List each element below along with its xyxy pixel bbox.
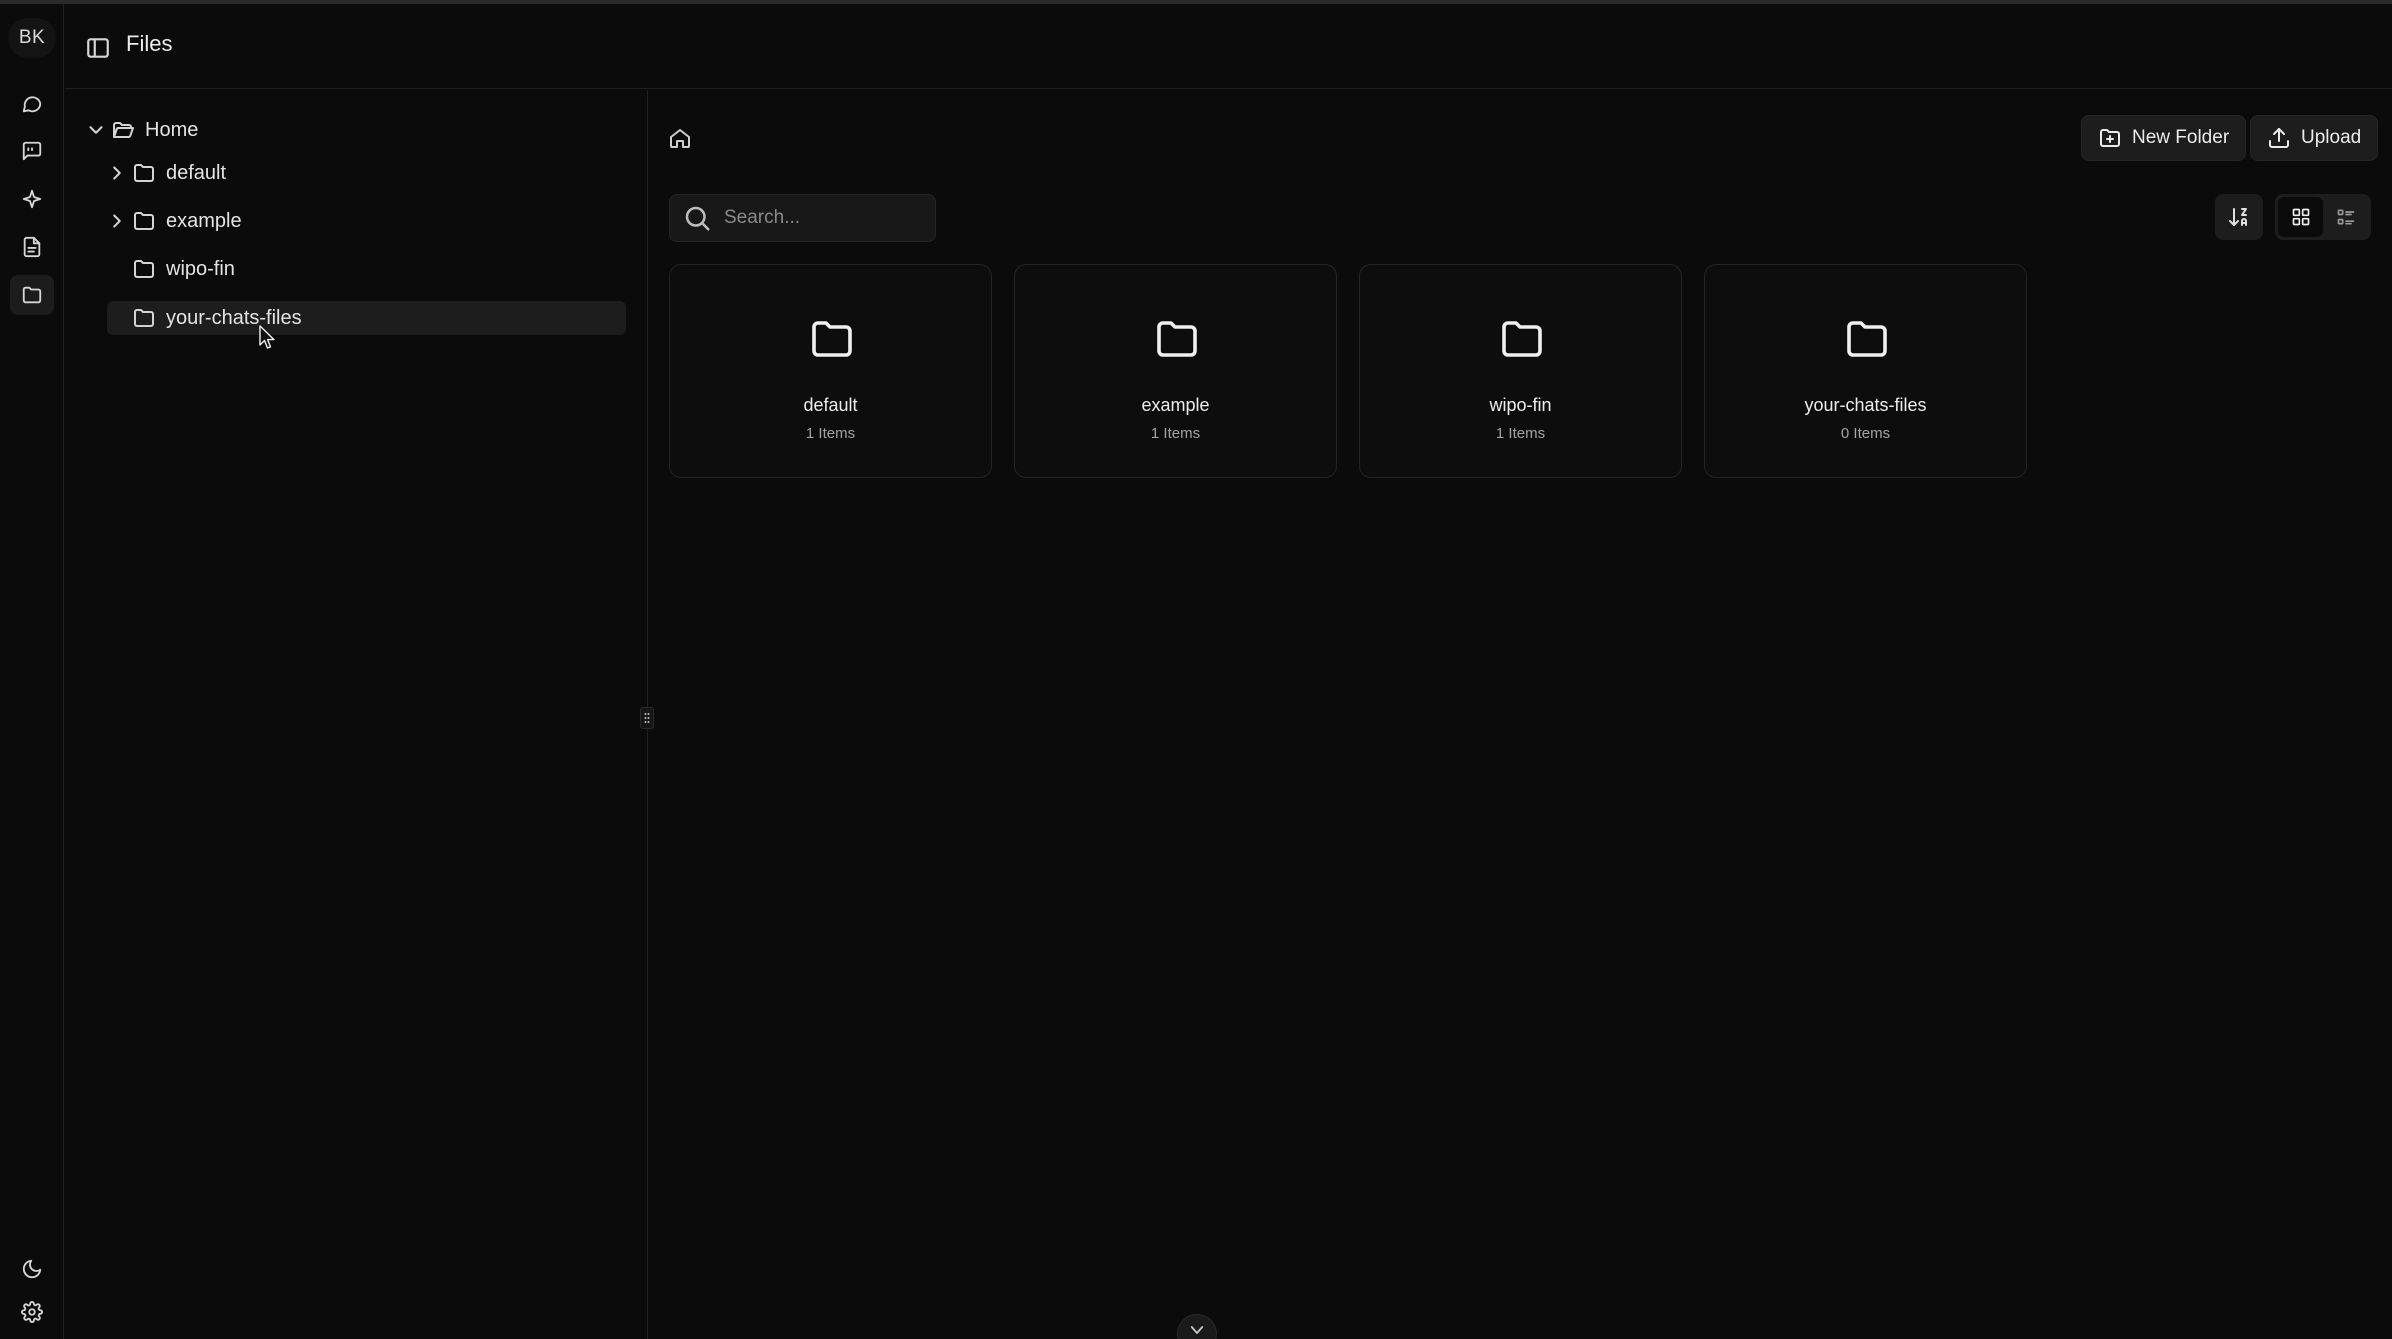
- folder-tree: Home default example wipo-fin your-chats…: [65, 90, 648, 1339]
- icon-rail: BK: [0, 4, 64, 1339]
- chevron-right-icon[interactable]: [106, 210, 128, 232]
- upload-label: Upload: [2301, 127, 2362, 148]
- files-app: BK Files Home default example wipo-fin y…: [0, 0, 2392, 1339]
- folder-card-wipo-fin[interactable]: wipo-fin 1 Items: [1359, 264, 1682, 478]
- folder-name: wipo-fin: [1489, 395, 1552, 415]
- search-input[interactable]: [724, 207, 924, 229]
- new-folder-button[interactable]: New Folder: [2081, 115, 2247, 161]
- folder-plus-icon: [2100, 129, 2120, 147]
- scroll-down-button[interactable]: [1177, 1314, 1217, 1339]
- grid-icon: [2292, 208, 2309, 226]
- page-title: Files: [126, 31, 173, 56]
- folder-icon: [812, 321, 852, 357]
- conversations-button[interactable]: [10, 131, 54, 171]
- panel-resize-handle[interactable]: [640, 707, 654, 729]
- sort-icon: [2229, 208, 2247, 226]
- folder-icon: [134, 260, 154, 278]
- chat-button[interactable]: [10, 84, 54, 124]
- folder-name: your-chats-files: [1804, 395, 1927, 415]
- folder-open-icon: [113, 122, 134, 138]
- page-header: Files: [65, 4, 2392, 89]
- chevron-down-icon[interactable]: [85, 119, 107, 141]
- folder-item-count: 1 Items: [1495, 425, 1546, 442]
- tree-item-wipo-fin[interactable]: wipo-fin: [128, 252, 235, 286]
- folder-item-count: 1 Items: [1150, 425, 1201, 442]
- tree-item-your-chats-files[interactable]: your-chats-files: [107, 301, 626, 335]
- tree-item-home[interactable]: Home: [85, 113, 198, 147]
- chevron-down-icon: [1190, 1326, 1204, 1334]
- folder-name: default: [803, 395, 858, 415]
- folder-icon: [134, 212, 154, 230]
- theme-toggle-button[interactable]: [10, 1249, 54, 1289]
- files-button[interactable]: [10, 275, 54, 315]
- sparkle-icon: [22, 189, 42, 209]
- user-avatar[interactable]: BK: [8, 18, 56, 58]
- view-mode-toggle: [2275, 194, 2371, 240]
- tree-item-label: example: [166, 209, 242, 232]
- sidebar-icon: [87, 38, 109, 58]
- folder-card-default[interactable]: default 1 Items: [669, 264, 992, 478]
- folder-card-example[interactable]: example 1 Items: [1014, 264, 1337, 478]
- home-icon: [670, 129, 690, 148]
- document-icon: [23, 236, 41, 258]
- folder-item-count: 0 Items: [1840, 425, 1891, 442]
- folder-icon: [134, 309, 154, 327]
- search-icon: [685, 206, 710, 231]
- list-view-button[interactable]: [2323, 197, 2368, 237]
- upload-button[interactable]: Upload: [2250, 115, 2379, 161]
- folder-item-count: 1 Items: [805, 425, 856, 442]
- folder-icon: [134, 164, 154, 182]
- grid-view-button[interactable]: [2278, 197, 2323, 237]
- breadcrumb-home[interactable]: [668, 126, 692, 150]
- documents-button[interactable]: [10, 227, 54, 267]
- sort-button[interactable]: [2215, 194, 2263, 240]
- tree-item-label: Home: [145, 118, 199, 141]
- mouse-pointer-icon: [259, 325, 275, 349]
- tree-item-label: default: [166, 161, 227, 184]
- chat-icon: [22, 96, 42, 113]
- tree-item-example[interactable]: example: [106, 204, 242, 238]
- moon-icon: [22, 1259, 42, 1279]
- list-icon: [2337, 209, 2354, 225]
- sidebar-toggle-button[interactable]: [85, 35, 111, 61]
- folder-card-your-chats-files[interactable]: your-chats-files 0 Items: [1704, 264, 2027, 478]
- folder-icon: [1502, 321, 1542, 357]
- folder-icon: [1157, 321, 1197, 357]
- tree-item-default[interactable]: default: [106, 156, 226, 190]
- tree-item-label: your-chats-files: [166, 306, 302, 329]
- folder-name: example: [1141, 395, 1210, 415]
- folder-icon: [22, 286, 42, 304]
- upload-icon: [2269, 128, 2289, 148]
- chevron-right-icon[interactable]: [106, 162, 128, 184]
- folder-icon: [1847, 321, 1887, 357]
- gear-icon: [21, 1301, 43, 1323]
- settings-button[interactable]: [10, 1292, 54, 1332]
- grip-icon: [644, 713, 650, 723]
- message-square-icon: [22, 141, 42, 161]
- assistant-button[interactable]: [10, 179, 54, 219]
- search-box: [669, 194, 936, 242]
- tree-item-label: wipo-fin: [166, 257, 235, 280]
- new-folder-label: New Folder: [2132, 127, 2230, 148]
